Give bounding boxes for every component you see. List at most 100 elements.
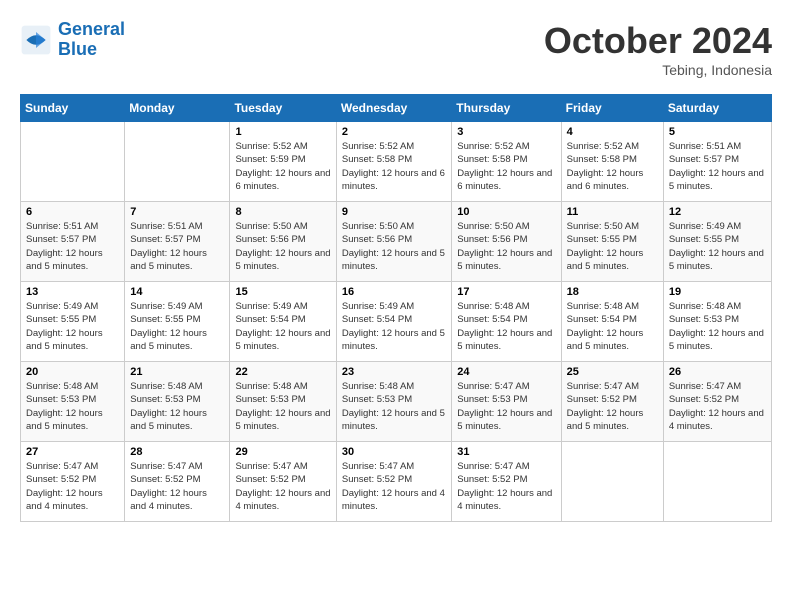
day-info: Sunrise: 5:48 AMSunset: 5:54 PMDaylight:… (457, 300, 555, 353)
calendar-cell: 2 Sunrise: 5:52 AMSunset: 5:58 PMDaylight… (336, 122, 451, 202)
calendar-cell: 9 Sunrise: 5:50 AMSunset: 5:56 PMDaylight… (336, 202, 451, 282)
day-info: Sunrise: 5:48 AMSunset: 5:53 PMDaylight:… (669, 300, 766, 353)
day-info: Sunrise: 5:48 AMSunset: 5:53 PMDaylight:… (26, 380, 119, 433)
calendar-cell: 4Sunrise: 5:52 AMSunset: 5:58 PMDaylight… (561, 122, 663, 202)
day-info: Sunrise: 5:47 AMSunset: 5:52 PMDaylight:… (235, 460, 330, 513)
calendar-cell: 28 Sunrise: 5:47 AMSunset: 5:52 PMDayligh… (125, 442, 230, 522)
calendar-cell: 16Sunrise: 5:49 AMSunset: 5:54 PMDayligh… (336, 282, 451, 362)
day-info: Sunrise: 5:50 AMSunset: 5:55 PMDaylight:… (567, 220, 658, 273)
calendar-cell: 17 Sunrise: 5:48 AMSunset: 5:54 PMDayligh… (452, 282, 561, 362)
logo-blue: Blue (58, 40, 125, 60)
day-number: 26 (669, 366, 766, 378)
weekday-header: Sunday (21, 95, 125, 122)
day-info: Sunrise: 5:52 AMSunset: 5:58 PMDaylight:… (342, 140, 446, 193)
day-info: Sunrise: 5:49 AMSunset: 5:55 PMDaylight:… (130, 300, 224, 353)
day-number: 1 (235, 126, 330, 138)
day-info: Sunrise: 5:50 AMSunset: 5:56 PMDaylight:… (457, 220, 555, 273)
day-info: Sunrise: 5:47 AMSunset: 5:52 PMDaylight:… (457, 460, 555, 513)
day-number: 31 (457, 446, 555, 458)
calendar-cell: 30 Sunrise: 5:47 AMSunset: 5:52 PMDayligh… (336, 442, 451, 522)
calendar-cell: 10 Sunrise: 5:50 AMSunset: 5:56 PMDayligh… (452, 202, 561, 282)
day-number: 10 (457, 206, 555, 218)
calendar-cell: 15 Sunrise: 5:49 AMSunset: 5:54 PMDayligh… (230, 282, 336, 362)
calendar-cell: 25Sunrise: 5:47 AMSunset: 5:52 PMDayligh… (561, 362, 663, 442)
calendar-cell: 5 Sunrise: 5:51 AMSunset: 5:57 PMDaylight… (663, 122, 771, 202)
calendar-cell: 26 Sunrise: 5:47 AMSunset: 5:52 PMDayligh… (663, 362, 771, 442)
calendar-week-row: 6 Sunrise: 5:51 AMSunset: 5:57 PMDaylight… (21, 202, 772, 282)
day-number: 28 (130, 446, 224, 458)
calendar-table: SundayMondayTuesdayWednesdayThursdayFrid… (20, 94, 772, 522)
day-info: Sunrise: 5:52 AMSunset: 5:58 PMDaylight:… (457, 140, 555, 193)
day-number: 11 (567, 206, 658, 218)
calendar-cell: 1Sunrise: 5:52 AMSunset: 5:59 PMDaylight… (230, 122, 336, 202)
calendar-week-row: 27 Sunrise: 5:47 AMSunset: 5:52 PMDayligh… (21, 442, 772, 522)
calendar-header: SundayMondayTuesdayWednesdayThursdayFrid… (21, 95, 772, 122)
weekday-header: Thursday (452, 95, 561, 122)
day-number: 13 (26, 286, 119, 298)
day-number: 6 (26, 206, 119, 218)
day-number: 9 (342, 206, 446, 218)
day-number: 23 (342, 366, 446, 378)
day-info: Sunrise: 5:48 AMSunset: 5:53 PMDaylight:… (342, 380, 446, 433)
title-block: October 2024 Tebing, Indonesia (544, 20, 772, 78)
day-number: 15 (235, 286, 330, 298)
day-number: 27 (26, 446, 119, 458)
weekday-header: Saturday (663, 95, 771, 122)
day-number: 17 (457, 286, 555, 298)
day-info: Sunrise: 5:51 AMSunset: 5:57 PMDaylight:… (26, 220, 119, 273)
day-number: 12 (669, 206, 766, 218)
day-number: 8 (235, 206, 330, 218)
calendar-cell: 22Sunrise: 5:48 AMSunset: 5:53 PMDayligh… (230, 362, 336, 442)
day-info: Sunrise: 5:47 AMSunset: 5:52 PMDaylight:… (342, 460, 446, 513)
day-number: 21 (130, 366, 224, 378)
day-number: 16 (342, 286, 446, 298)
day-info: Sunrise: 5:49 AMSunset: 5:54 PMDaylight:… (235, 300, 330, 353)
day-info: Sunrise: 5:47 AMSunset: 5:52 PMDaylight:… (26, 460, 119, 513)
calendar-cell: 13 Sunrise: 5:49 AMSunset: 5:55 PMDayligh… (21, 282, 125, 362)
calendar-cell (21, 122, 125, 202)
calendar-cell: 24Sunrise: 5:47 AMSunset: 5:53 PMDayligh… (452, 362, 561, 442)
day-number: 29 (235, 446, 330, 458)
calendar-body: 1Sunrise: 5:52 AMSunset: 5:59 PMDaylight… (21, 122, 772, 522)
calendar-cell: 27 Sunrise: 5:47 AMSunset: 5:52 PMDayligh… (21, 442, 125, 522)
logo: General Blue (20, 20, 125, 60)
calendar-cell: 23 Sunrise: 5:48 AMSunset: 5:53 PMDayligh… (336, 362, 451, 442)
calendar-week-row: 13 Sunrise: 5:49 AMSunset: 5:55 PMDayligh… (21, 282, 772, 362)
logo-icon (20, 24, 52, 56)
day-info: Sunrise: 5:47 AMSunset: 5:52 PMDaylight:… (130, 460, 224, 513)
calendar-cell: 12 Sunrise: 5:49 AMSunset: 5:55 PMDayligh… (663, 202, 771, 282)
day-number: 3 (457, 126, 555, 138)
day-info: Sunrise: 5:48 AMSunset: 5:53 PMDaylight:… (235, 380, 330, 433)
day-number: 30 (342, 446, 446, 458)
calendar-cell (125, 122, 230, 202)
calendar-cell: 21Sunrise: 5:48 AMSunset: 5:53 PMDayligh… (125, 362, 230, 442)
day-number: 19 (669, 286, 766, 298)
calendar-cell: 14 Sunrise: 5:49 AMSunset: 5:55 PMDayligh… (125, 282, 230, 362)
calendar-cell (561, 442, 663, 522)
calendar-cell (663, 442, 771, 522)
weekday-header: Monday (125, 95, 230, 122)
calendar-week-row: 1Sunrise: 5:52 AMSunset: 5:59 PMDaylight… (21, 122, 772, 202)
weekday-header: Tuesday (230, 95, 336, 122)
weekday-header: Friday (561, 95, 663, 122)
calendar-cell: 20 Sunrise: 5:48 AMSunset: 5:53 PMDayligh… (21, 362, 125, 442)
day-info: Sunrise: 5:47 AMSunset: 5:52 PMDaylight:… (669, 380, 766, 433)
calendar-cell: 29 Sunrise: 5:47 AMSunset: 5:52 PMDayligh… (230, 442, 336, 522)
day-number: 5 (669, 126, 766, 138)
day-info: Sunrise: 5:49 AMSunset: 5:55 PMDaylight:… (26, 300, 119, 353)
day-info: Sunrise: 5:49 AMSunset: 5:55 PMDaylight:… (669, 220, 766, 273)
day-number: 18 (567, 286, 658, 298)
page-header: General Blue October 2024 Tebing, Indone… (20, 20, 772, 78)
day-info: Sunrise: 5:51 AMSunset: 5:57 PMDaylight:… (130, 220, 224, 273)
logo-general: General (58, 19, 125, 39)
day-number: 14 (130, 286, 224, 298)
day-number: 20 (26, 366, 119, 378)
day-number: 25 (567, 366, 658, 378)
day-info: Sunrise: 5:51 AMSunset: 5:57 PMDaylight:… (669, 140, 766, 193)
day-info: Sunrise: 5:50 AMSunset: 5:56 PMDaylight:… (342, 220, 446, 273)
day-info: Sunrise: 5:52 AMSunset: 5:58 PMDaylight:… (567, 140, 658, 193)
calendar-week-row: 20 Sunrise: 5:48 AMSunset: 5:53 PMDayligh… (21, 362, 772, 442)
calendar-cell: 31 Sunrise: 5:47 AMSunset: 5:52 PMDayligh… (452, 442, 561, 522)
day-number: 2 (342, 126, 446, 138)
calendar-cell: 19 Sunrise: 5:48 AMSunset: 5:53 PMDayligh… (663, 282, 771, 362)
